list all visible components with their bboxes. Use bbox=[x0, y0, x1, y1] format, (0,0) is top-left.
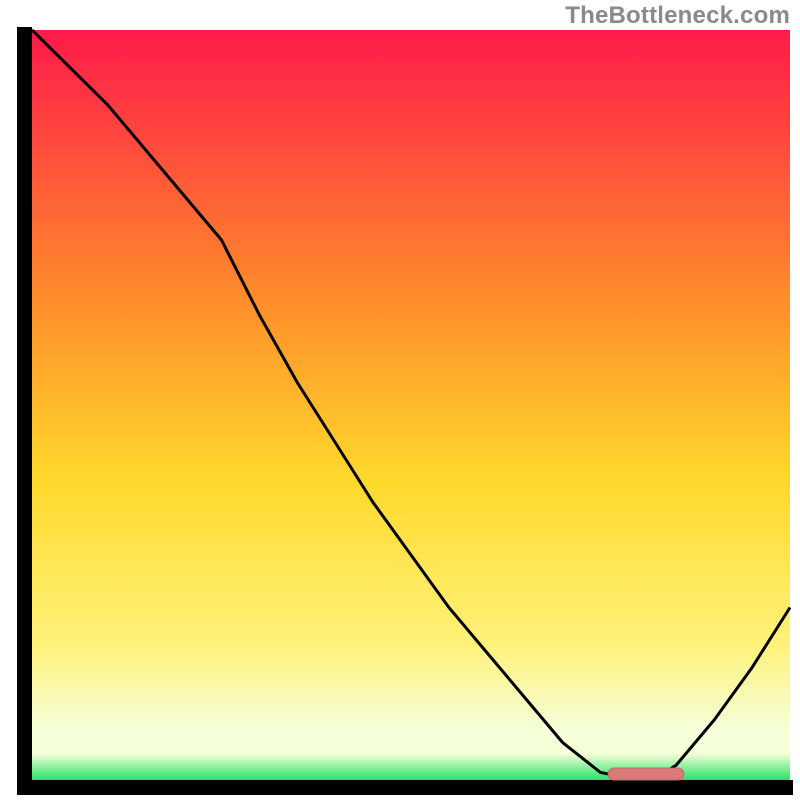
optimal-range-marker bbox=[608, 768, 684, 780]
chart-container: { "watermark": "TheBottleneck.com", "col… bbox=[0, 0, 800, 800]
chart-background bbox=[32, 30, 790, 780]
y-axis bbox=[17, 27, 32, 795]
bottleneck-chart bbox=[0, 0, 800, 800]
x-axis bbox=[17, 780, 793, 795]
watermark-text: TheBottleneck.com bbox=[565, 2, 790, 30]
